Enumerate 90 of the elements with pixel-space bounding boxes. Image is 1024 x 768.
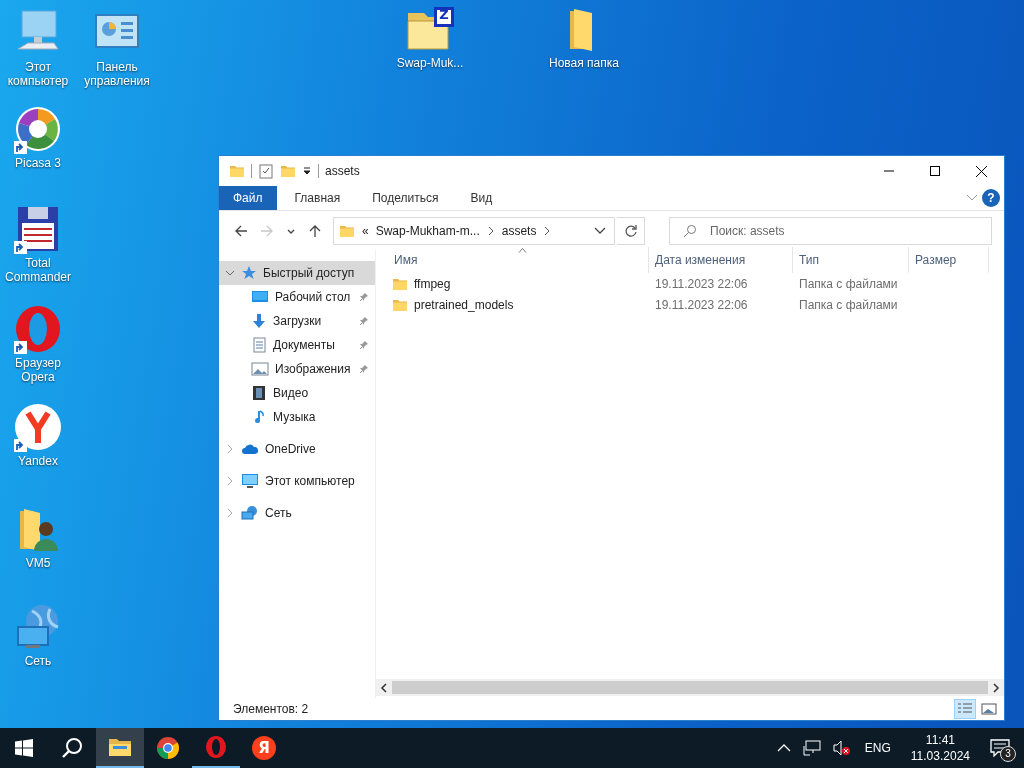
scroll-right-icon[interactable] <box>992 682 1000 693</box>
network-icon <box>241 505 259 521</box>
table-cell-text: 19.11.2023 22:06 <box>654 276 749 291</box>
column-header[interactable]: Дата изменения <box>649 247 793 273</box>
column-header[interactable]: Тип <box>793 247 909 273</box>
camera-aperture-icon <box>14 105 62 153</box>
monitor-icon <box>241 473 259 489</box>
yandex-taskbar-button[interactable]: Я <box>240 728 288 768</box>
down-arrow-icon <box>251 313 267 329</box>
file-name[interactable]: pretrained_models <box>414 297 514 312</box>
pin-icon[interactable] <box>359 316 369 326</box>
film-icon <box>251 385 267 401</box>
windows-logo-icon <box>15 739 33 757</box>
ribbon-tab[interactable]: Главная <box>280 186 355 210</box>
sort-ascending-icon <box>518 248 527 253</box>
search-icon <box>683 224 697 238</box>
clock[interactable]: 11:41 11.03.2024 <box>910 732 970 764</box>
arrow-icon <box>234 224 248 238</box>
table-cell-text: Папка с файлами <box>798 276 899 291</box>
refresh-icon <box>623 224 638 238</box>
scroll-left-icon[interactable] <box>380 682 388 693</box>
pin-icon[interactable] <box>359 292 369 302</box>
opera-icon <box>204 735 228 759</box>
arrow-icon <box>308 224 322 238</box>
breadcrumb-overflow[interactable]: « <box>362 224 369 238</box>
logo-letter: Z <box>438 8 450 22</box>
column-header[interactable]: Имя <box>388 247 649 273</box>
search-field[interactable]: Поиск: assets <box>669 217 992 245</box>
image-icon <box>251 361 269 377</box>
sidebar-item[interactable]: Видео <box>219 381 375 405</box>
maximize-icon <box>930 166 940 176</box>
ribbon-tab[interactable]: Вид <box>456 186 507 210</box>
muted-speaker-icon[interactable] <box>832 740 851 756</box>
table-cell-text: 19.11.2023 22:06 <box>654 297 749 312</box>
breadcrumb[interactable]: Swap-Mukham-m... <box>375 224 480 238</box>
chrome-icon <box>156 736 180 760</box>
details-list-icon <box>957 702 973 716</box>
show-hidden-icons-icon[interactable] <box>776 743 791 753</box>
sidebar-item[interactable]: OneDrive <box>219 437 375 461</box>
sidebar-item[interactable]: Этот компьютер <box>219 469 375 493</box>
folder-icon <box>339 223 355 239</box>
pin-icon[interactable] <box>359 364 369 374</box>
yandex-icon <box>14 403 62 451</box>
sidebar-item[interactable]: Изображения <box>219 357 375 381</box>
network-icon[interactable] <box>802 740 821 756</box>
ribbon-tab[interactable]: Поделиться <box>358 186 453 210</box>
desktop-icon <box>251 289 269 305</box>
help-button[interactable]: ? <box>982 189 1000 207</box>
search-icon <box>61 737 83 759</box>
expand-ribbon-icon[interactable] <box>966 194 978 202</box>
refresh-button[interactable] <box>617 217 645 245</box>
sidebar-item[interactable]: Быстрый доступ <box>219 261 375 285</box>
chevron-down-icon[interactable] <box>225 268 235 278</box>
properties-icon[interactable] <box>258 163 274 179</box>
window-title: assets <box>325 164 360 178</box>
close-icon <box>975 165 987 177</box>
desktop-icon-label[interactable]: Новая папка <box>549 56 619 70</box>
sidebar-item[interactable]: Загрузки <box>219 309 375 333</box>
chevron-right-icon[interactable] <box>486 226 495 236</box>
desktop-icon-label[interactable]: Swap-Muk... <box>396 56 464 70</box>
folder-icon <box>229 163 245 179</box>
opera-icon <box>14 305 62 353</box>
cloud-icon <box>241 442 259 456</box>
star-icon <box>241 265 257 281</box>
zip-folder-icon <box>404 5 456 53</box>
ribbon-tab[interactable]: Файл <box>219 186 277 210</box>
sidebar-item[interactable]: Документы <box>219 333 375 357</box>
pin-icon[interactable] <box>359 340 369 350</box>
sidebar-item[interactable]: Музыка <box>219 405 375 429</box>
horizontal-scrollbar[interactable] <box>376 679 1004 696</box>
notification-count: 3 <box>1000 746 1016 762</box>
dropdown-caret-icon[interactable] <box>302 166 312 176</box>
breadcrumb[interactable]: assets <box>501 224 537 238</box>
file-name[interactable]: ffmpeg <box>414 276 451 291</box>
folder-icon <box>280 163 296 179</box>
chevron-right-icon[interactable] <box>543 226 552 236</box>
explorer-taskbar-button[interactable] <box>96 728 144 768</box>
address-bar[interactable]: « Swap-Mukham-m... assets <box>333 217 615 245</box>
language-indicator[interactable]: ENG <box>864 741 891 755</box>
history-dropdown-icon[interactable] <box>594 227 606 235</box>
item-count: Элементов: 2 <box>233 702 309 716</box>
notification-icon[interactable] <box>990 739 1010 757</box>
sidebar-item[interactable]: Рабочий стол <box>219 285 375 309</box>
image-icon <box>981 702 997 716</box>
table-cell-text: Папка с файлами <box>798 297 899 312</box>
column-header[interactable]: Размер <box>909 247 989 273</box>
folder-icon <box>108 737 132 757</box>
document-icon <box>251 337 267 353</box>
sidebar-item[interactable]: Сеть <box>219 501 375 525</box>
arrow-icon <box>260 224 274 238</box>
